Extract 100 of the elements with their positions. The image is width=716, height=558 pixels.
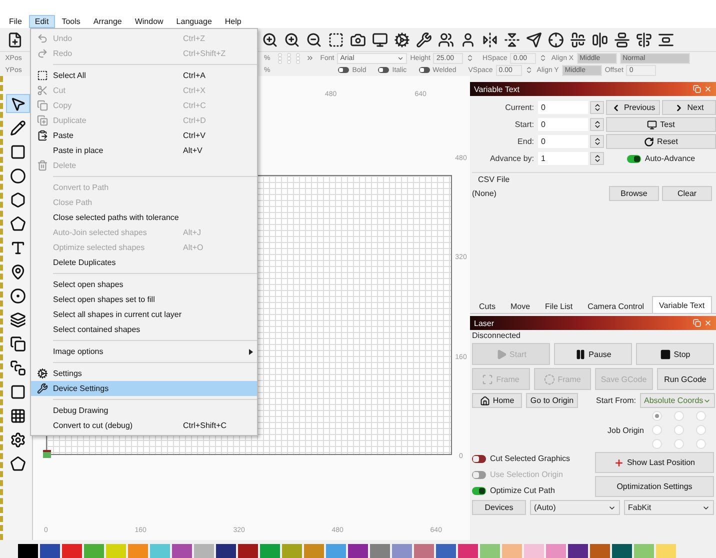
origin-radio[interactable]: [652, 411, 662, 421]
menu-title[interactable]: Tools: [56, 14, 86, 28]
next-button[interactable]: Next: [662, 100, 716, 115]
start-from-select[interactable]: Absolute Coords: [640, 393, 716, 408]
previous-button[interactable]: Previous: [606, 100, 660, 115]
device-select[interactable]: FabKit: [624, 500, 714, 515]
devices-button[interactable]: Devices: [472, 500, 526, 515]
panel-tab[interactable]: Move: [503, 298, 538, 313]
color-swatch[interactable]: [18, 544, 38, 558]
color-swatch[interactable]: [84, 544, 104, 558]
gcode-button[interactable]: Run GCode: [656, 368, 714, 390]
align-icon[interactable]: [570, 32, 586, 48]
menu-item[interactable]: Device Settings: [31, 381, 257, 396]
toggle-switch[interactable]: [338, 67, 350, 73]
color-swatch[interactable]: [524, 544, 544, 558]
number-field[interactable]: 0: [538, 118, 588, 131]
color-swatch[interactable]: [502, 544, 522, 558]
color-swatch[interactable]: [40, 544, 60, 558]
origin-radio[interactable]: [674, 411, 684, 421]
home-button[interactable]: Home: [472, 393, 522, 408]
align-icon[interactable]: [592, 32, 608, 48]
color-swatch[interactable]: [194, 544, 214, 558]
test-button[interactable]: Test: [606, 117, 716, 132]
optimization-settings-button[interactable]: Optimization Settings: [595, 476, 714, 497]
color-swatch[interactable]: [150, 544, 170, 558]
toggle-switch[interactable]: [472, 454, 486, 462]
color-swatch[interactable]: [656, 544, 676, 558]
menu-item[interactable]: Select All Ctrl+A: [31, 68, 257, 83]
wrench-icon[interactable]: [416, 32, 432, 48]
menu-item[interactable]: Paste Ctrl+V: [31, 128, 257, 143]
menu-item[interactable]: Paste in place Alt+V: [31, 143, 257, 158]
menu-item[interactable]: Select all shapes in current cut layer: [31, 307, 257, 322]
toggle-switch[interactable]: [626, 154, 641, 162]
menu-title[interactable]: Language: [170, 14, 218, 28]
origin-radio[interactable]: [674, 425, 684, 435]
dashed-square-icon[interactable]: [328, 32, 344, 48]
color-swatch[interactable]: [62, 544, 82, 558]
menu-title[interactable]: Arrange: [87, 14, 128, 28]
color-swatch[interactable]: [392, 544, 412, 558]
reset-button[interactable]: Reset: [606, 134, 716, 149]
color-swatch[interactable]: [238, 544, 258, 558]
spin-button[interactable]: [590, 101, 604, 114]
color-swatch[interactable]: [260, 544, 280, 558]
color-swatch[interactable]: [282, 544, 302, 558]
panel-tab[interactable]: Cuts: [472, 298, 502, 313]
float-icon[interactable]: [693, 319, 701, 327]
menu-item[interactable]: Select open shapes: [31, 277, 257, 292]
flip-horizontal-icon[interactable]: [482, 32, 498, 48]
stop-button[interactable]: Stop: [636, 343, 714, 365]
color-swatch[interactable]: [436, 544, 456, 558]
origin-radio[interactable]: [652, 439, 662, 449]
color-swatch[interactable]: [172, 544, 192, 558]
settings-icon[interactable]: [394, 32, 410, 48]
panel-tab[interactable]: Camera Control: [580, 298, 652, 313]
menu-item[interactable]: Settings: [31, 366, 257, 381]
panel-tab[interactable]: Variable Text: [652, 296, 712, 313]
color-swatch[interactable]: [370, 544, 390, 558]
zoom-in-icon[interactable]: [262, 32, 278, 48]
menu-title[interactable]: Window: [128, 14, 170, 28]
color-swatch[interactable]: [480, 544, 500, 558]
color-swatch[interactable]: [634, 544, 654, 558]
float-icon[interactable]: [693, 85, 701, 93]
zoom-out-icon[interactable]: [306, 32, 322, 48]
number-field[interactable]: 1: [538, 152, 588, 165]
toggle-switch[interactable]: [378, 67, 390, 73]
color-swatch[interactable]: [128, 544, 148, 558]
new-file-icon[interactable]: [7, 32, 23, 48]
camera-icon[interactable]: [350, 32, 366, 48]
menu-item[interactable]: Select open shapes set to fill: [31, 292, 257, 307]
clear-button[interactable]: Clear: [662, 186, 712, 201]
align-icon[interactable]: [636, 32, 652, 48]
paper-plane-icon[interactable]: [526, 32, 542, 48]
origin-radio[interactable]: [696, 411, 706, 421]
menu-item[interactable]: Debug Drawing: [31, 403, 257, 418]
menu-title[interactable]: Help: [218, 14, 248, 28]
color-swatch[interactable]: [216, 544, 236, 558]
users-icon[interactable]: [438, 32, 454, 48]
color-swatch[interactable]: [348, 544, 368, 558]
origin-radio[interactable]: [652, 425, 662, 435]
menu-title[interactable]: File: [3, 14, 28, 28]
go-to-origin-button[interactable]: Go to Origin: [526, 393, 578, 408]
toggle-switch[interactable]: [418, 67, 430, 73]
menu-item[interactable]: Close selected paths with tolerance: [31, 210, 257, 225]
color-swatch[interactable]: [326, 544, 346, 558]
menu-item[interactable]: Image options: [31, 344, 257, 359]
color-swatch[interactable]: [106, 544, 126, 558]
pause-button[interactable]: Pause: [554, 343, 632, 365]
monitor-icon[interactable]: [372, 32, 388, 48]
distribute-icon[interactable]: [614, 32, 630, 48]
menu-title[interactable]: Edit: [28, 14, 55, 28]
number-field[interactable]: 0: [538, 135, 588, 148]
origin-radio[interactable]: [674, 439, 684, 449]
origin-radio[interactable]: [696, 425, 706, 435]
show-last-position-button[interactable]: Show Last Position: [595, 452, 714, 473]
toggle-switch[interactable]: [472, 486, 486, 494]
color-swatch[interactable]: [414, 544, 434, 558]
menu-item[interactable]: Select contained shapes: [31, 322, 257, 337]
browse-button[interactable]: Browse: [609, 186, 659, 201]
distribute-icon[interactable]: [658, 32, 674, 48]
expand-icon[interactable]: [306, 54, 314, 62]
